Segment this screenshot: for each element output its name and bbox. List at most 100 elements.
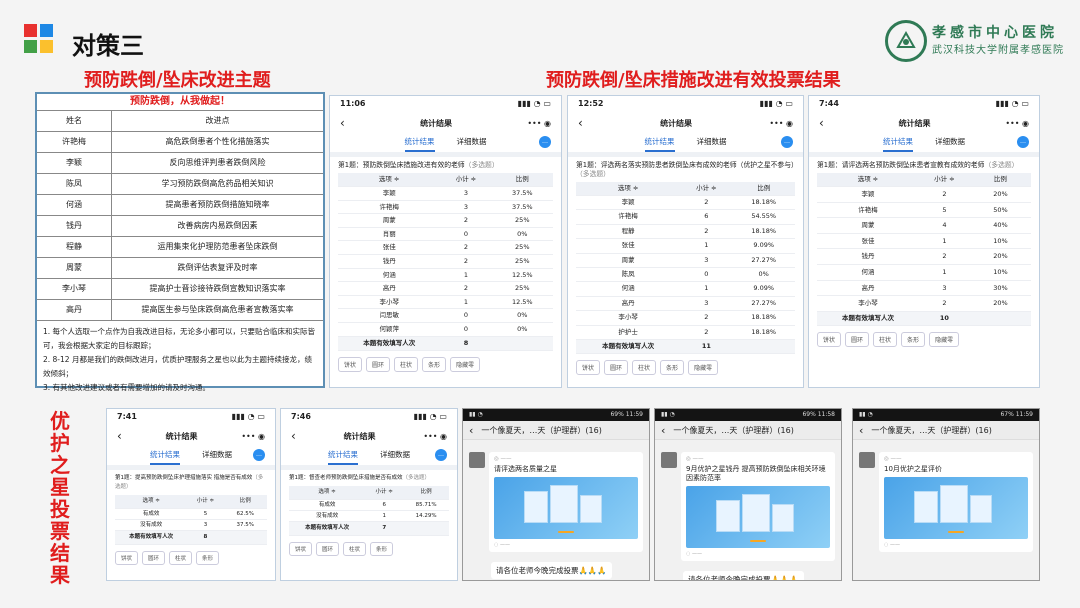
horizontal-bar-button[interactable]: 条形	[901, 331, 926, 347]
bottom-section-title: 优护之星投票结果	[50, 409, 70, 587]
avatar[interactable]	[859, 452, 875, 468]
option-ratio: 25%	[515, 216, 530, 225]
pie-chart-button[interactable]: 饼状	[576, 359, 601, 375]
pie-chart-button[interactable]: 饼状	[115, 551, 139, 565]
row-point: 提高护士晋诊接待跌倒宣教知识落实率	[149, 284, 286, 293]
avatar[interactable]	[661, 452, 677, 468]
donut-chart-button[interactable]: 圆环	[366, 356, 391, 372]
back-arrow-icon[interactable]: ‹	[340, 116, 345, 130]
pie-chart-button[interactable]: 饼状	[817, 331, 842, 347]
nav-bar: ‹ 统计结果 ••• ◉	[281, 425, 457, 447]
total-row: 本题有效填写人次 8	[338, 336, 553, 351]
total-count: 8	[203, 534, 208, 540]
question-label: 第1题：请评选两名预防跌倒坠床患者宣教有成效的老师	[817, 161, 985, 169]
question-label: 第1题：提高预防跌倒坠床护理措施落实 措施是否有成效	[115, 475, 253, 481]
header-point: 改进点	[205, 116, 230, 125]
card-action-button[interactable]	[558, 531, 574, 533]
card-footer-icon: ◌ ——	[494, 542, 510, 548]
tab-detail-data[interactable]: 详细数据	[697, 134, 727, 152]
nav-title: 统计结果	[898, 118, 931, 128]
donut-chart-button[interactable]: 圆环	[142, 551, 166, 565]
chat-bubble-icon[interactable]: …	[435, 449, 447, 461]
status-right: 69% 11:58	[802, 411, 835, 418]
table-row: 钱丹 2 20%	[817, 249, 1031, 265]
slide: 对策三 孝感市中心医院 武汉科技大学附属孝感医院 预防跌倒/坠床改进主题 预防跌…	[0, 0, 1080, 608]
back-arrow-icon[interactable]: ‹	[661, 424, 665, 437]
table-row: 许艳梅 3 37.5%	[338, 201, 553, 215]
hide-zero-button[interactable]: 隐藏零	[688, 359, 719, 375]
more-icon[interactable]: ••• ◉	[527, 119, 551, 128]
mini-program-card[interactable]: ◎ —— 10月优护之星评价 ◌ ——	[879, 452, 1033, 552]
chat-bubble-icon[interactable]: …	[253, 449, 265, 461]
back-arrow-icon[interactable]: ‹	[291, 429, 296, 443]
tab-detail-data[interactable]: 详细数据	[202, 447, 232, 465]
question-label: 第1题：预防跌倒坠床措施改进有效的老师	[338, 161, 465, 169]
bar-chart-button[interactable]: 柱状	[394, 356, 419, 372]
option-count: 2	[704, 313, 709, 322]
bar-chart-button[interactable]: 柱状	[873, 331, 898, 347]
result-table: 选项 ≑ 小计 ≑ 比例 有成效 6 85.71% 没有成效 1 14.29% 本题有效填写人次 7	[289, 486, 449, 536]
option-ratio: 12.5%	[511, 297, 533, 306]
horizontal-bar-button[interactable]: 条形	[422, 356, 447, 372]
horizontal-bar-button[interactable]: 条形	[196, 551, 220, 565]
header-name: 姓名	[37, 111, 112, 131]
bar-chart-button[interactable]: 柱状	[632, 359, 657, 375]
tab-statistics[interactable]: 统计结果	[883, 134, 913, 152]
hide-zero-button[interactable]: 隐藏零	[929, 331, 960, 347]
donut-chart-button[interactable]: 圆环	[316, 542, 340, 556]
row-name: 李小琴	[37, 279, 112, 299]
tab-detail-data[interactable]: 详细数据	[457, 134, 487, 152]
option-count: 2	[942, 299, 947, 308]
donut-chart-button[interactable]: 圆环	[604, 359, 629, 375]
back-arrow-icon[interactable]: ‹	[859, 424, 863, 437]
more-icon[interactable]: ••• ◉	[769, 119, 793, 128]
chat-bubble-icon[interactable]: …	[781, 136, 793, 148]
tab-detail-data[interactable]: 详细数据	[935, 134, 965, 152]
row-point: 跌倒评估表复评及时率	[177, 263, 258, 272]
total-label: 本题有效填写人次	[363, 338, 416, 347]
option-count: 6	[704, 212, 709, 221]
chart-type-buttons: 饼状 圆环 柱状 条形 隐藏零	[330, 351, 561, 378]
bar-chart-button[interactable]: 柱状	[169, 551, 193, 565]
back-arrow-icon[interactable]: ‹	[578, 116, 583, 130]
chat-bubble-icon[interactable]: …	[1017, 136, 1029, 148]
chat-bubble-icon[interactable]: …	[539, 136, 551, 148]
option-ratio: 20%	[993, 252, 1008, 261]
pie-chart-button[interactable]: 饼状	[338, 356, 363, 372]
tab-statistics[interactable]: 统计结果	[150, 447, 180, 465]
mini-program-card[interactable]: ◎ —— 9月优护之星钱丹 提高预防跌倒坠床相关环境因素防范率 ◌ ——	[681, 452, 835, 561]
more-icon[interactable]: ••• ◉	[1005, 119, 1029, 128]
hide-zero-button[interactable]: 隐藏零	[450, 356, 481, 372]
status-bar: 11:06 ▮▮▮ ◔ ▭	[330, 96, 561, 112]
table-row: 李小琴 提高护士晋诊接待跌倒宣教知识落实率	[37, 278, 323, 299]
tab-statistics[interactable]: 统计结果	[328, 447, 358, 465]
illustration-block	[742, 494, 770, 532]
back-arrow-icon[interactable]: ‹	[469, 424, 473, 437]
table-header-row: 选项 ≑ 小计 ≑ 比例	[576, 182, 795, 196]
more-icon[interactable]: ••• ◉	[241, 432, 265, 441]
illustration-block	[524, 491, 548, 523]
card-title: 10月优护之星评价	[884, 465, 942, 473]
tab-statistics[interactable]: 统计结果	[404, 134, 435, 152]
table-row: 李颖 反向思维评判患者跌倒风险	[37, 152, 323, 173]
horizontal-bar-button[interactable]: 条形	[370, 542, 394, 556]
mini-program-card[interactable]: ◎ —— 请评选两名质量之星 ◌ ——	[489, 452, 643, 552]
card-action-button[interactable]	[750, 540, 766, 542]
card-action-button[interactable]	[948, 531, 964, 533]
option-name: 没有成效	[140, 522, 163, 528]
chat-text-bubble: 请各位老师今晚完成投票🙏🙏🙏	[491, 562, 612, 579]
avatar[interactable]	[469, 452, 485, 468]
tab-detail-data[interactable]: 详细数据	[380, 447, 410, 465]
row-point: 学习预防跌倒高危药品相关知识	[161, 179, 274, 188]
back-arrow-icon[interactable]: ‹	[819, 116, 824, 130]
back-arrow-icon[interactable]: ‹	[117, 429, 122, 443]
tab-statistics[interactable]: 统计结果	[644, 134, 675, 152]
signal-battery-icon: ▮▮▮ ◔ ▭	[413, 412, 447, 421]
pie-chart-button[interactable]: 饼状	[289, 542, 313, 556]
more-icon[interactable]: ••• ◉	[423, 432, 447, 441]
bar-chart-button[interactable]: 柱状	[343, 542, 367, 556]
status-bar: ▮▮ ◔ 69% 11:58	[655, 409, 841, 421]
donut-chart-button[interactable]: 圆环	[845, 331, 870, 347]
option-name: 钱丹	[861, 252, 875, 261]
horizontal-bar-button[interactable]: 条形	[660, 359, 685, 375]
